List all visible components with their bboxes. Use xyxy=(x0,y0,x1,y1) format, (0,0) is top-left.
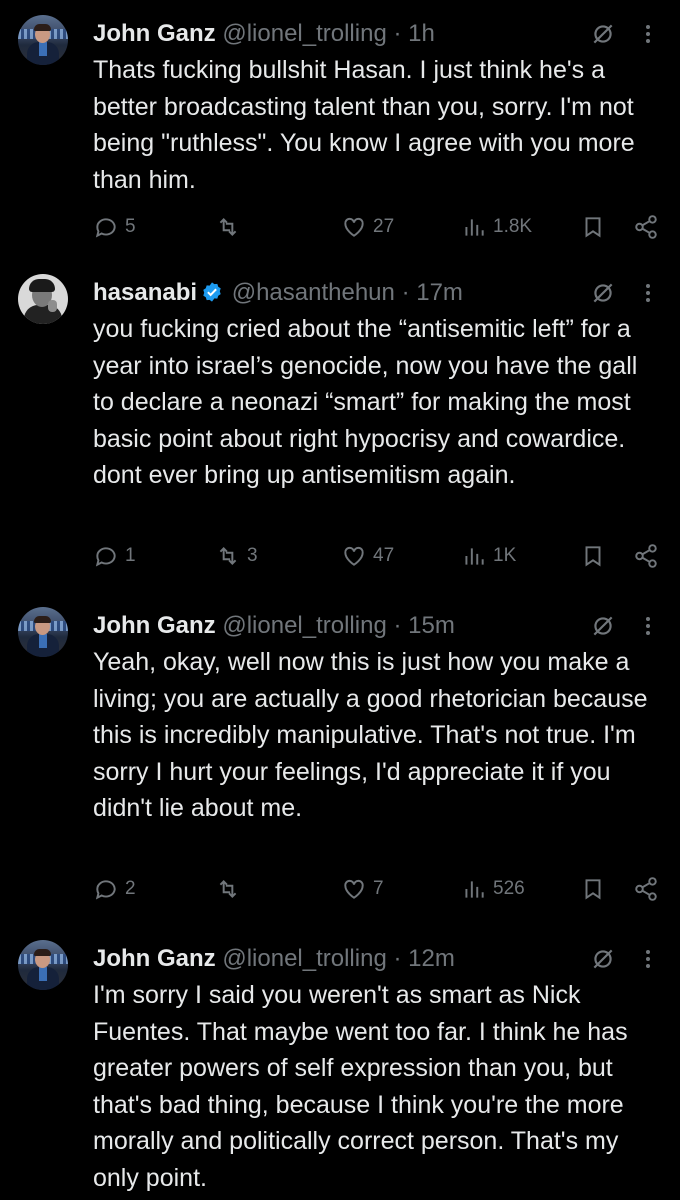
john-ganz-avatar[interactable] xyxy=(18,940,68,990)
views-button[interactable]: 526 xyxy=(461,874,525,904)
author-handle[interactable]: @lionel_trolling xyxy=(222,20,386,47)
repost-button[interactable]: 3 xyxy=(215,541,258,571)
action-bar: 5 27 1.8K xyxy=(93,212,668,242)
like-count: 47 xyxy=(373,545,395,566)
john-ganz-avatar[interactable] xyxy=(18,15,68,65)
like-button[interactable]: 7 xyxy=(341,874,384,904)
tweet-text: you fucking cried about the “antisemitic… xyxy=(93,315,638,490)
repost-icon xyxy=(219,218,237,236)
share-button[interactable] xyxy=(633,874,659,904)
author-handle[interactable]: @lionel_trolling xyxy=(222,945,386,972)
bookmark-button[interactable] xyxy=(580,541,606,571)
reply-icon xyxy=(95,880,116,900)
reply-button[interactable]: 1 xyxy=(93,541,136,571)
more-icon[interactable] xyxy=(636,613,660,639)
repost-button[interactable] xyxy=(215,212,247,242)
author-name[interactable]: John Ganz xyxy=(93,945,216,972)
reply-button[interactable]: 2 xyxy=(93,874,136,904)
share-button[interactable] xyxy=(633,541,659,571)
grok-icon[interactable] xyxy=(590,280,616,306)
repost-count: 3 xyxy=(247,545,258,566)
separator-dot: · xyxy=(393,20,402,47)
tweet-text: Thats fucking bullshit Hasan. I just thi… xyxy=(93,56,635,194)
views-icon xyxy=(465,548,484,565)
views-count: 1.8K xyxy=(493,216,533,237)
grok-icon[interactable] xyxy=(590,946,616,972)
hasanabi-avatar[interactable] xyxy=(18,274,68,324)
author-name[interactable]: John Ganz xyxy=(93,20,216,47)
bookmark-icon xyxy=(585,217,601,238)
author-handle[interactable]: @hasanthehun xyxy=(232,279,395,306)
share-button[interactable] xyxy=(633,212,659,242)
share-icon xyxy=(635,544,657,568)
reply-count: 5 xyxy=(125,216,136,237)
like-count: 27 xyxy=(373,216,395,237)
bookmark-button[interactable] xyxy=(580,874,606,904)
separator-dot: · xyxy=(393,612,402,639)
like-icon xyxy=(344,879,364,899)
reply-button[interactable]: 5 xyxy=(93,212,136,242)
reply-icon xyxy=(95,547,116,567)
action-bar: 1 3 47 1K xyxy=(93,541,668,571)
tweet-header: John Ganz @lionel_trolling · 1h xyxy=(93,19,573,49)
like-button[interactable]: 47 xyxy=(341,541,394,571)
repost-icon xyxy=(219,547,237,565)
views-icon xyxy=(465,881,484,898)
more-icon[interactable] xyxy=(636,280,660,306)
reply-count: 1 xyxy=(125,545,136,566)
john-ganz-avatar[interactable] xyxy=(18,607,68,657)
views-button[interactable]: 1K xyxy=(461,541,516,571)
tweet-header: John Ganz @lionel_trolling · 15m xyxy=(93,611,573,641)
grok-icon[interactable] xyxy=(590,21,616,47)
tweet-header: hasanabi @hasanthehun · 17m xyxy=(93,278,573,308)
author-name[interactable]: John Ganz xyxy=(93,612,216,639)
repost-button[interactable] xyxy=(215,874,247,904)
timestamp[interactable]: 1h xyxy=(408,20,435,47)
author-name[interactable]: hasanabi xyxy=(93,279,197,306)
like-button[interactable]: 27 xyxy=(341,212,394,242)
separator-dot: · xyxy=(393,945,402,972)
timestamp[interactable]: 17m xyxy=(416,279,463,306)
grok-icon[interactable] xyxy=(590,613,616,639)
tweet-header: John Ganz @lionel_trolling · 12m xyxy=(93,944,573,974)
like-count: 7 xyxy=(373,878,384,899)
more-icon[interactable] xyxy=(636,946,660,972)
like-icon xyxy=(344,546,364,566)
views-count: 526 xyxy=(493,878,525,899)
repost-icon xyxy=(219,880,237,898)
timestamp[interactable]: 15m xyxy=(408,612,455,639)
like-icon xyxy=(344,217,364,237)
tweet-text: I'm sorry I said you weren't as smart as… xyxy=(93,981,628,1192)
separator-dot: · xyxy=(401,279,410,306)
bookmark-icon xyxy=(585,879,601,900)
views-button[interactable]: 1.8K xyxy=(461,212,532,242)
share-icon xyxy=(635,215,657,239)
share-icon xyxy=(635,877,657,901)
tweet-text: Yeah, okay, well now this is just how yo… xyxy=(93,648,648,823)
reply-icon xyxy=(95,218,116,238)
verified-badge-icon[interactable] xyxy=(201,281,223,303)
action-bar: 2 7 526 xyxy=(93,874,668,904)
bookmark-icon xyxy=(585,546,601,567)
timestamp[interactable]: 12m xyxy=(408,945,455,972)
views-icon xyxy=(465,219,484,236)
more-icon[interactable] xyxy=(636,21,660,47)
reply-count: 2 xyxy=(125,878,136,899)
author-handle[interactable]: @lionel_trolling xyxy=(222,612,386,639)
views-count: 1K xyxy=(493,545,517,566)
bookmark-button[interactable] xyxy=(580,212,606,242)
